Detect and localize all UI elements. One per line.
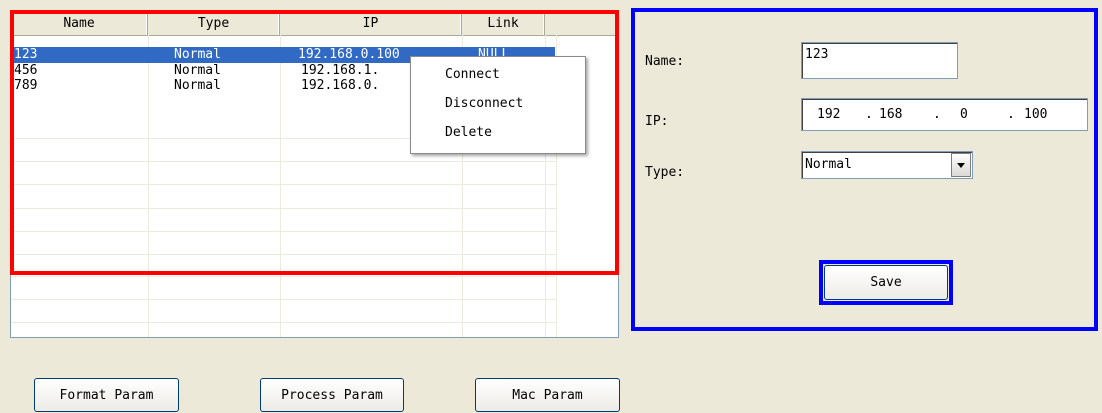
save-button[interactable]: Save: [824, 265, 948, 300]
cell-name: 456: [14, 63, 38, 78]
grid-line: [11, 254, 556, 255]
grid-line: [11, 276, 556, 277]
grid-line: [280, 35, 281, 337]
ip-label: IP:: [645, 114, 669, 129]
name-field[interactable]: 123: [801, 42, 958, 79]
ip-octet-1[interactable]: 192: [817, 99, 840, 130]
mac-param-button[interactable]: Mac Param: [475, 378, 620, 412]
name-label: Name:: [645, 54, 685, 69]
column-header-name[interactable]: Name: [11, 13, 148, 35]
ip-dot: .: [933, 107, 941, 122]
ip-octet-2[interactable]: 168: [879, 99, 902, 130]
grid-line: [11, 231, 556, 232]
column-header-link[interactable]: Link: [462, 13, 545, 35]
menu-item-connect[interactable]: Connect: [411, 63, 585, 87]
menu-item-delete[interactable]: Delete: [411, 121, 585, 145]
chevron-down-icon: [957, 163, 965, 168]
format-param-button[interactable]: Format Param: [34, 378, 179, 412]
column-header-ip[interactable]: IP: [280, 13, 462, 35]
ip-dot: .: [1007, 107, 1015, 122]
ip-octet-3[interactable]: 0: [960, 99, 968, 130]
cell-type: Normal: [174, 47, 221, 62]
grid-line: [11, 161, 556, 162]
cell-name: 123: [14, 47, 38, 62]
dropdown-button[interactable]: [951, 153, 971, 177]
process-param-button[interactable]: Process Param: [260, 378, 404, 412]
grid-line: [11, 184, 556, 185]
type-value: Normal: [805, 157, 852, 172]
context-menu: Connect Disconnect Delete: [410, 56, 586, 154]
grid-line: [148, 35, 149, 337]
menu-item-disconnect[interactable]: Disconnect: [411, 92, 585, 116]
grid-line: [11, 299, 556, 300]
ip-octet-4[interactable]: 100: [1024, 99, 1047, 130]
ip-dot: .: [865, 107, 873, 122]
name-value: 123: [805, 47, 829, 62]
column-header-type[interactable]: Type: [148, 13, 280, 35]
cell-type: Normal: [174, 78, 221, 93]
grid-line: [11, 322, 556, 323]
cell-type: Normal: [174, 63, 221, 78]
grid-line: [11, 208, 556, 209]
type-label: Type:: [645, 165, 685, 180]
list-header: Name Type IP Link: [11, 13, 618, 36]
ip-address-field[interactable]: 192 . 168 . 0 . 100: [801, 98, 1088, 131]
type-select[interactable]: Normal: [801, 151, 973, 179]
cell-name: 789: [14, 78, 38, 93]
